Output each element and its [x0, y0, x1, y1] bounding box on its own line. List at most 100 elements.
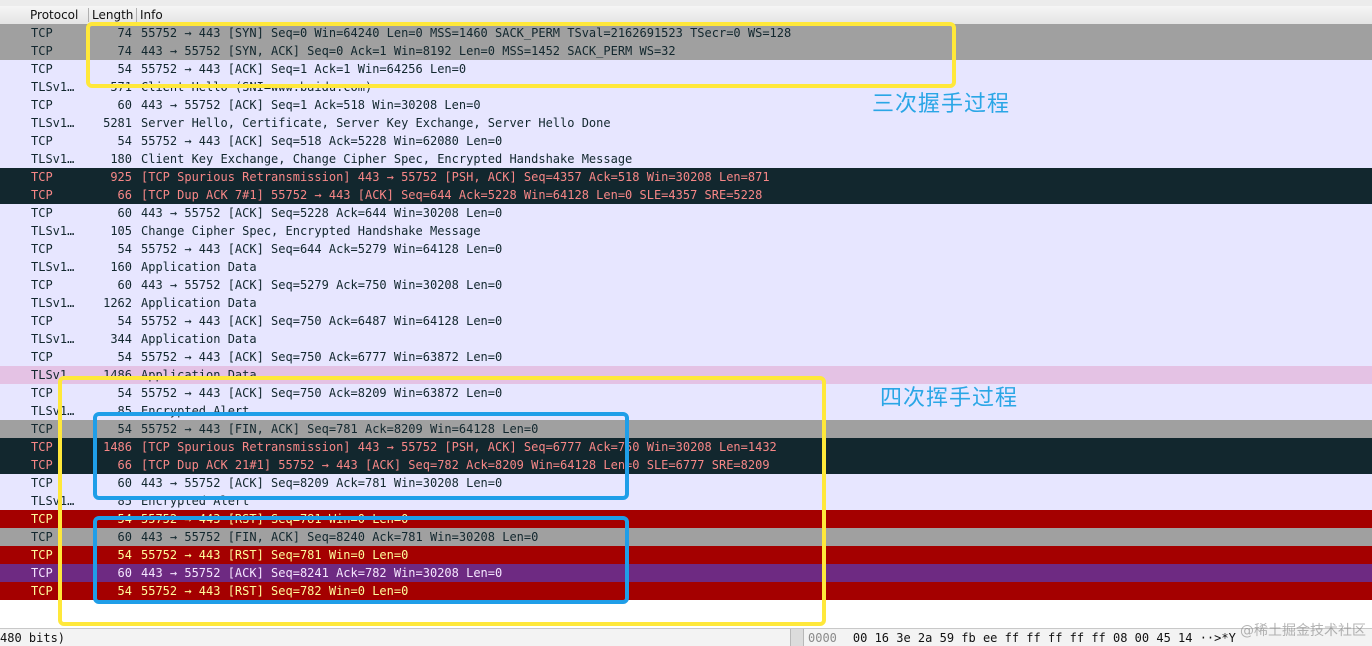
packet-length: 60: [117, 476, 132, 490]
packet-info: Application Data: [141, 260, 257, 274]
wave-annotation-label: 四次挥手过程: [880, 386, 1019, 411]
packet-row[interactable]: TCP 66 [TCP Dup ACK 7#1] 55752 → 443 [ACK]…: [0, 186, 1372, 204]
packet-row[interactable]: TLSv1… 344 Application Data: [0, 330, 1372, 348]
packet-info: 55752 → 443 [ACK] Seq=750 Ack=8209 Win=6…: [141, 386, 503, 400]
packet-length: 54: [117, 386, 132, 400]
packet-length: 54: [117, 350, 132, 364]
packet-row[interactable]: TLSv1… 85 Encrypted Alert: [0, 492, 1372, 510]
column-header-info[interactable]: Info: [140, 7, 340, 23]
packet-row[interactable]: TLSv1… 571 Client Hello (SNI=www.baidu.com…: [0, 78, 1372, 96]
packet-row[interactable]: TCP 54 55752 → 443 [ACK] Seq=1 Ack=1 Win=6…: [0, 60, 1372, 78]
packet-length: 54: [117, 548, 132, 562]
column-resize-handle[interactable]: [136, 8, 137, 22]
packet-protocol: TCP: [31, 476, 53, 490]
packet-info: 55752 → 443 [FIN, ACK] Seq=781 Ack=8209 …: [141, 422, 539, 436]
packet-row[interactable]: TCP 74 443 → 55752 [SYN, ACK] Seq=0 Ack=1 …: [0, 42, 1372, 60]
packet-length: 54: [117, 134, 132, 148]
packet-protocol: TLSv1…: [31, 224, 75, 238]
packet-length: 85: [117, 404, 132, 418]
packet-info: 55752 → 443 [RST] Seq=782 Win=0 Len=0: [141, 584, 409, 598]
packet-row[interactable]: TCP 1486 [TCP Spurious Retransmission] 443…: [0, 438, 1372, 456]
packet-length: 571: [110, 80, 132, 94]
packet-row[interactable]: TCP 60 443 → 55752 [ACK] Seq=1 Ack=518 Win…: [0, 96, 1372, 114]
packet-protocol: TCP: [31, 44, 53, 58]
packet-protocol: TCP: [31, 512, 53, 526]
packet-protocol: TLSv1…: [31, 404, 75, 418]
packet-protocol: TCP: [31, 98, 53, 112]
packet-row[interactable]: TCP 54 55752 → 443 [ACK] Seq=518 Ack=5228 …: [0, 132, 1372, 150]
packet-row[interactable]: TLSv1… 105 Change Cipher Spec, Encrypted H…: [0, 222, 1372, 240]
packet-info: 55752 → 443 [RST] Seq=781 Win=0 Len=0: [141, 548, 409, 562]
packet-row[interactable]: TCP 60 443 → 55752 [FIN, ACK] Seq=8240 Ack…: [0, 528, 1372, 546]
pane-splitter-handle[interactable]: [790, 629, 804, 646]
handshake-annotation-label: 三次握手过程: [872, 92, 1011, 117]
packet-protocol: TLSv1…: [31, 152, 75, 166]
packet-row[interactable]: TLSv1… 180 Client Key Exchange, Change Cip…: [0, 150, 1372, 168]
packet-length: 54: [117, 512, 132, 526]
frame-bits-text: 480 bits): [0, 631, 66, 645]
packet-row[interactable]: TCP 54 55752 → 443 [ACK] Seq=750 Ack=8209 …: [0, 384, 1372, 402]
packet-row[interactable]: TCP 60 443 → 55752 [ACK] Seq=8209 Ack=781 …: [0, 474, 1372, 492]
packet-length: 5281: [103, 116, 132, 130]
packet-length: 1486: [103, 368, 132, 382]
packet-protocol: TLSv1…: [31, 116, 75, 130]
packet-info: Application Data: [141, 296, 257, 310]
packet-protocol: TCP: [31, 548, 53, 562]
packet-row[interactable]: TLSv1… 1486 Application Data: [0, 366, 1372, 384]
packet-row[interactable]: TCP 54 55752 → 443 [RST] Seq=781 Win=0 Len…: [0, 546, 1372, 564]
column-resize-handle[interactable]: [88, 8, 89, 22]
packet-row[interactable]: TCP 66 [TCP Dup ACK 21#1] 55752 → 443 [ACK…: [0, 456, 1372, 474]
packet-info: Encrypted Alert: [141, 494, 250, 508]
packet-row[interactable]: TCP 925 [TCP Spurious Retransmission] 443 …: [0, 168, 1372, 186]
packet-length: 60: [117, 206, 132, 220]
packet-row[interactable]: TCP 74 55752 → 443 [SYN] Seq=0 Win=64240 L…: [0, 24, 1372, 42]
packet-protocol: TCP: [31, 440, 53, 454]
packet-row[interactable]: TCP 60 443 → 55752 [ACK] Seq=8241 Ack=782 …: [0, 564, 1372, 582]
packet-protocol: TCP: [31, 350, 53, 364]
packet-info: [TCP Spurious Retransmission] 443 → 5575…: [141, 170, 770, 184]
packet-info: 443 → 55752 [ACK] Seq=8209 Ack=781 Win=3…: [141, 476, 503, 490]
packet-row[interactable]: TCP 54 55752 → 443 [FIN, ACK] Seq=781 Ack=…: [0, 420, 1372, 438]
packet-protocol: TLSv1…: [31, 296, 75, 310]
packet-protocol: TCP: [31, 530, 53, 544]
packet-protocol: TCP: [31, 26, 53, 40]
packet-info: 55752 → 443 [SYN] Seq=0 Win=64240 Len=0 …: [141, 26, 792, 40]
packet-row[interactable]: TCP 60 443 → 55752 [ACK] Seq=5228 Ack=644 …: [0, 204, 1372, 222]
packet-info: 443 → 55752 [ACK] Seq=1 Ack=518 Win=3020…: [141, 98, 481, 112]
packet-info: Server Hello, Certificate, Server Key Ex…: [141, 116, 611, 130]
packet-row[interactable]: TLSv1… 5281 Server Hello, Certificate, Ser…: [0, 114, 1372, 132]
packet-protocol: TCP: [31, 584, 53, 598]
packet-length: 54: [117, 584, 132, 598]
packet-row[interactable]: TCP 54 55752 → 443 [ACK] Seq=750 Ack=6487 …: [0, 312, 1372, 330]
packet-length: 85: [117, 494, 132, 508]
packet-info: 443 → 55752 [SYN, ACK] Seq=0 Ack=1 Win=8…: [141, 44, 676, 58]
packet-info: 55752 → 443 [RST] Seq=781 Win=0 Len=0: [141, 512, 409, 526]
packet-protocol: TCP: [31, 422, 53, 436]
packet-row[interactable]: TLSv1… 85 Encrypted Alert: [0, 402, 1372, 420]
column-header-protocol[interactable]: Protocol: [30, 7, 86, 23]
packet-protocol: TCP: [31, 458, 53, 472]
packet-row[interactable]: TCP 60 443 → 55752 [ACK] Seq=5279 Ack=750 …: [0, 276, 1372, 294]
packet-length: 180: [110, 152, 132, 166]
packet-info: 443 → 55752 [FIN, ACK] Seq=8240 Ack=781 …: [141, 530, 539, 544]
packet-row[interactable]: TCP 54 55752 → 443 [ACK] Seq=644 Ack=5279 …: [0, 240, 1372, 258]
packet-length: 925: [110, 170, 132, 184]
packet-length: 1486: [103, 440, 132, 454]
packet-length: 54: [117, 314, 132, 328]
packet-length: 344: [110, 332, 132, 346]
packet-length: 60: [117, 530, 132, 544]
packet-length: 105: [110, 224, 132, 238]
packet-row[interactable]: TLSv1… 1262 Application Data: [0, 294, 1372, 312]
packet-row[interactable]: TLSv1… 160 Application Data: [0, 258, 1372, 276]
column-header-length[interactable]: Length: [92, 7, 134, 23]
packet-info: [TCP Dup ACK 21#1] 55752 → 443 [ACK] Seq…: [141, 458, 770, 472]
hex-ascii: ··>*Y: [1199, 631, 1236, 645]
packet-length: 54: [117, 422, 132, 436]
packet-protocol: TCP: [31, 278, 53, 292]
packet-row[interactable]: TCP 54 55752 → 443 [ACK] Seq=750 Ack=6777 …: [0, 348, 1372, 366]
packet-row[interactable]: TCP 54 55752 → 443 [RST] Seq=782 Win=0 Len…: [0, 582, 1372, 600]
packet-row[interactable]: TCP 54 55752 → 443 [RST] Seq=781 Win=0 Len…: [0, 510, 1372, 528]
packet-protocol: TCP: [31, 188, 53, 202]
packet-protocol: TLSv1…: [31, 368, 75, 382]
packet-info: 443 → 55752 [ACK] Seq=5228 Ack=644 Win=3…: [141, 206, 503, 220]
